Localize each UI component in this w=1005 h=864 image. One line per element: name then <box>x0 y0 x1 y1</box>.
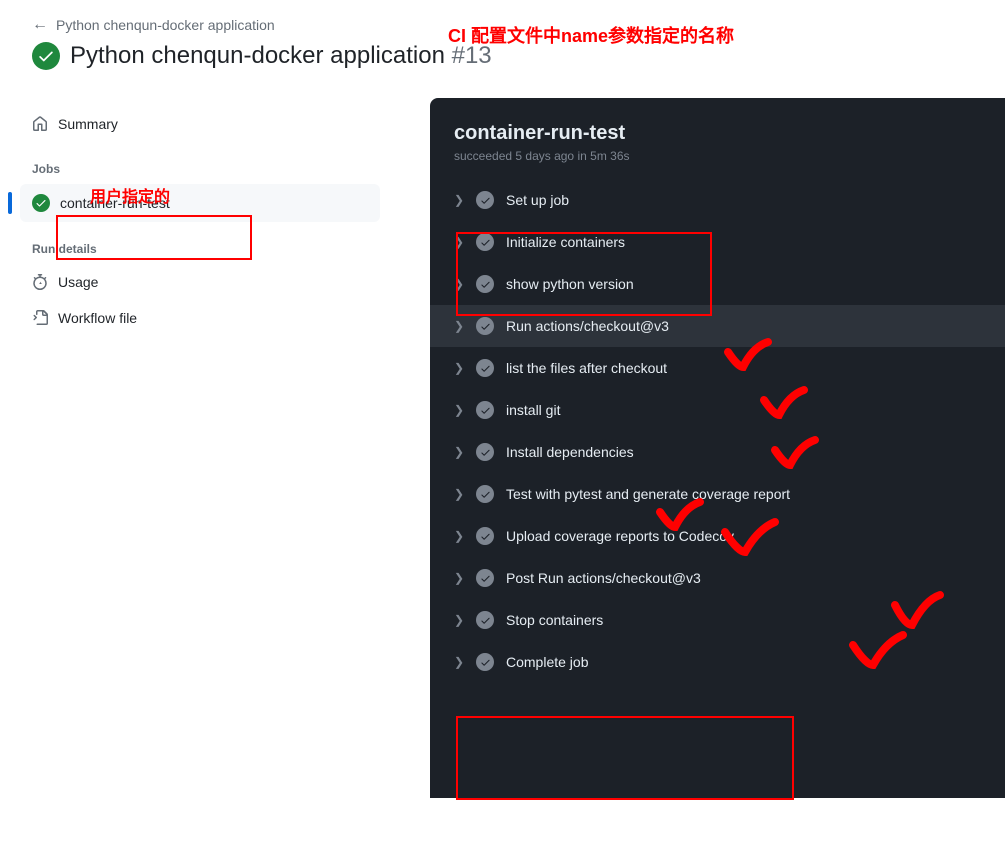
home-icon <box>32 116 48 132</box>
step-row[interactable]: ❯ Post Run actions/checkout@v3 <box>430 557 1005 599</box>
step-label: Post Run actions/checkout@v3 <box>506 570 701 586</box>
step-label: Stop containers <box>506 612 603 628</box>
step-success-icon <box>476 359 494 377</box>
step-label: Upload coverage reports to Codecov <box>506 528 734 544</box>
step-row[interactable]: ❯ Set up job <box>430 179 1005 221</box>
step-label: show python version <box>506 276 634 292</box>
step-row[interactable]: ❯ Upload coverage reports to Codecov <box>430 515 1005 557</box>
sidebar-workflow-file[interactable]: Workflow file <box>20 300 380 336</box>
chevron-right-icon: ❯ <box>454 571 464 585</box>
workflow-title-text: Python chenqun-docker application <box>70 42 445 69</box>
chevron-right-icon: ❯ <box>454 613 464 627</box>
step-success-icon <box>476 443 494 461</box>
step-success-icon <box>476 275 494 293</box>
step-label: Set up job <box>506 192 569 208</box>
step-label: Install dependencies <box>506 444 634 460</box>
chevron-right-icon: ❯ <box>454 403 464 417</box>
job-title: container-run-test <box>454 122 981 145</box>
breadcrumb-workflow-link[interactable]: Python chenqun-docker application <box>56 17 275 33</box>
step-row[interactable]: ❯ Install dependencies <box>430 431 1005 473</box>
jobs-heading: Jobs <box>20 154 380 184</box>
log-panel: container-run-test succeeded 5 days ago … <box>430 98 1005 798</box>
chevron-right-icon: ❯ <box>454 319 464 333</box>
step-row[interactable]: ❯ Initialize containers <box>430 221 1005 263</box>
chevron-right-icon: ❯ <box>454 529 464 543</box>
run-details-heading: Run details <box>20 234 380 264</box>
workflow-title: Python chenqun-docker application #13 <box>70 42 492 70</box>
success-badge-icon <box>32 42 60 70</box>
run-number: #13 <box>452 42 492 69</box>
step-label: install git <box>506 402 560 418</box>
step-success-icon <box>476 401 494 419</box>
sidebar-job-item[interactable]: container-run-test <box>20 184 380 222</box>
step-label: Test with pytest and generate coverage r… <box>506 486 790 502</box>
step-success-icon <box>476 653 494 671</box>
back-arrow-icon: ← <box>32 16 48 34</box>
step-row[interactable]: ❯ Complete job <box>430 641 1005 683</box>
sidebar-summary-label: Summary <box>58 116 118 132</box>
step-row[interactable]: ❯ Stop containers <box>430 599 1005 641</box>
step-row[interactable]: ❯ show python version <box>430 263 1005 305</box>
stopwatch-icon <box>32 274 48 290</box>
step-row[interactable]: ❯ Run actions/checkout@v3 <box>430 305 1005 347</box>
chevron-right-icon: ❯ <box>454 361 464 375</box>
job-success-icon <box>32 194 50 212</box>
sidebar-summary[interactable]: Summary <box>20 106 380 142</box>
sidebar-usage-label: Usage <box>58 274 98 290</box>
step-row[interactable]: ❯ Test with pytest and generate coverage… <box>430 473 1005 515</box>
workflow-title-row: Python chenqun-docker application #13 <box>32 42 973 70</box>
chevron-right-icon: ❯ <box>454 193 464 207</box>
breadcrumb[interactable]: ← Python chenqun-docker application <box>32 16 973 34</box>
step-success-icon <box>476 191 494 209</box>
sidebar-job-label: container-run-test <box>60 195 170 211</box>
step-success-icon <box>476 569 494 587</box>
step-success-icon <box>476 233 494 251</box>
chevron-right-icon: ❯ <box>454 235 464 249</box>
chevron-right-icon: ❯ <box>454 655 464 669</box>
step-row[interactable]: ❯ list the files after checkout <box>430 347 1005 389</box>
job-subtitle: succeeded 5 days ago in 5m 36s <box>454 149 981 163</box>
chevron-right-icon: ❯ <box>454 277 464 291</box>
step-success-icon <box>476 527 494 545</box>
sidebar-workflow-file-label: Workflow file <box>58 310 137 326</box>
step-label: Run actions/checkout@v3 <box>506 318 669 334</box>
chevron-right-icon: ❯ <box>454 445 464 459</box>
step-label: Initialize containers <box>506 234 625 250</box>
sidebar: Summary Jobs container-run-test Run deta… <box>0 98 400 798</box>
step-success-icon <box>476 485 494 503</box>
sidebar-usage[interactable]: Usage <box>20 264 380 300</box>
step-success-icon <box>476 611 494 629</box>
step-label: Complete job <box>506 654 589 670</box>
step-success-icon <box>476 317 494 335</box>
chevron-right-icon: ❯ <box>454 487 464 501</box>
step-row[interactable]: ❯ install git <box>430 389 1005 431</box>
file-icon <box>32 310 48 326</box>
step-label: list the files after checkout <box>506 360 667 376</box>
